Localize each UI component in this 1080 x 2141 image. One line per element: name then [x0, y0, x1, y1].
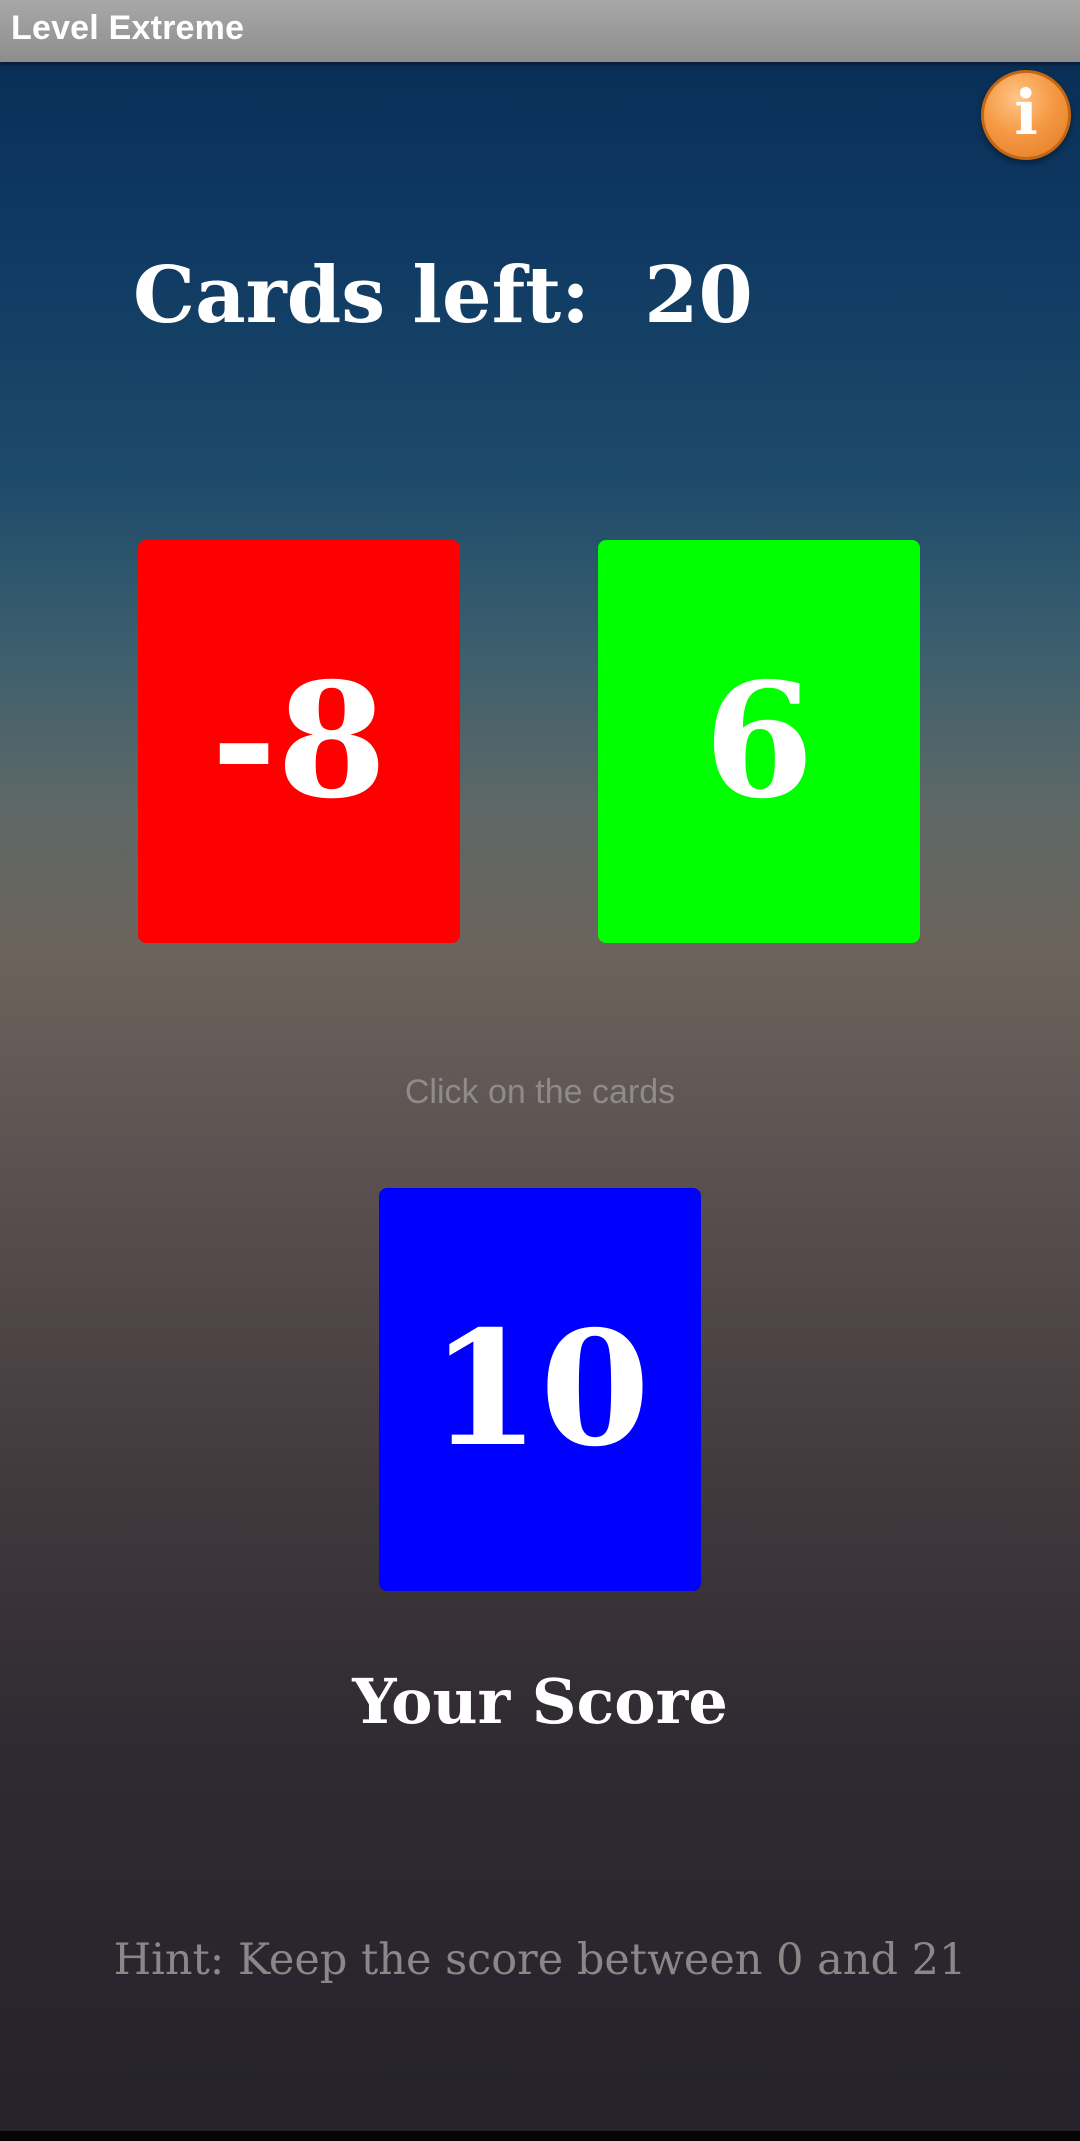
card-left[interactable]: -8	[138, 540, 460, 943]
score-value: 10	[430, 1297, 650, 1482]
hint-text: Hint: Keep the score between 0 and 21	[113, 1935, 967, 1985]
app-bar: Level Extreme	[0, 0, 1080, 62]
info-icon: i	[1014, 76, 1038, 149]
app-title: Level Extreme	[11, 9, 245, 47]
click-instruction: Click on the cards	[404, 1073, 676, 1111]
score-label: Your Score	[352, 1665, 728, 1738]
bottom-edge	[0, 2131, 1080, 2141]
card-left-value: -8	[211, 649, 387, 834]
cards-left-value: 20	[644, 250, 753, 341]
card-right[interactable]: 6	[598, 540, 920, 943]
score-card: 10	[379, 1188, 701, 1591]
cards-left-label: Cards left:	[133, 250, 590, 341]
info-button[interactable]: i	[981, 70, 1071, 160]
cards-left-counter: Cards left: 20	[133, 250, 753, 341]
card-right-value: 6	[704, 649, 814, 834]
